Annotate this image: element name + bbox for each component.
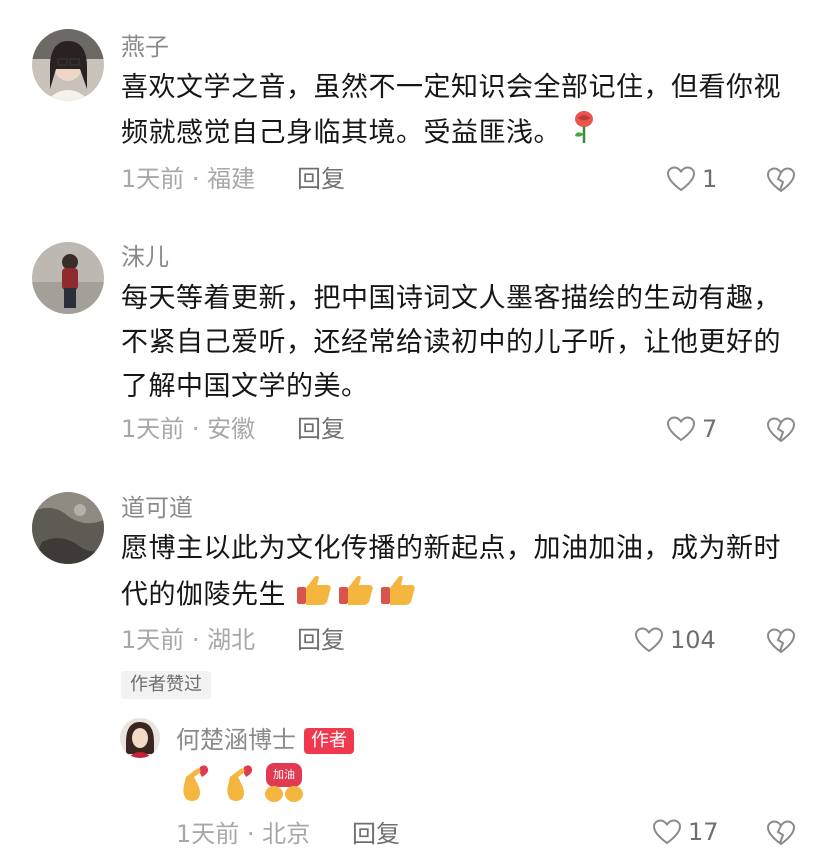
like-button[interactable]: 7 <box>666 414 717 444</box>
comment-meta: 1天前 · 安徽 <box>121 415 256 443</box>
comment-text-content: 每天等着更新，把中国诗词文人墨客描绘的生动有趣，不紧自己爱听，还经常给读初中的儿… <box>121 283 781 402</box>
comment-location: 安徽 <box>207 415 256 443</box>
avatar[interactable] <box>32 492 104 564</box>
author-liked-badge: 作者赞过 <box>121 671 211 699</box>
author-tag-badge: 作者 <box>304 728 354 754</box>
like-count: 1 <box>702 165 718 193</box>
broken-heart-icon[interactable] <box>766 166 796 194</box>
reply-username[interactable]: 何楚涵博士 作者 <box>176 725 354 755</box>
like-button[interactable]: 17 <box>652 817 719 847</box>
avatar[interactable] <box>120 718 160 758</box>
broken-heart-icon[interactable] <box>766 627 796 655</box>
comment-username[interactable]: 沫儿 <box>121 242 169 272</box>
comment-time: 1天前 <box>121 415 185 443</box>
broken-heart-icon[interactable] <box>766 416 796 444</box>
comment-meta: 1天前 · 福建 <box>121 165 256 193</box>
comment-text-content: 喜欢文学之音，虽然不一定知识会全部记住，但看你视频就感觉自己身临其境。受益匪浅。 <box>121 72 781 149</box>
comment-username[interactable]: 燕子 <box>121 32 169 62</box>
fist-icon <box>265 786 303 802</box>
thumbs-up-emoji-icon <box>295 571 419 621</box>
reply-button[interactable]: 回复 <box>352 819 400 849</box>
like-count: 17 <box>688 818 719 846</box>
like-count: 7 <box>702 415 718 443</box>
heart-icon <box>634 627 664 653</box>
comment-location: 福建 <box>207 165 256 193</box>
like-button[interactable]: 1 <box>666 164 717 194</box>
reply-button[interactable]: 回复 <box>297 164 345 194</box>
heart-icon <box>652 819 682 845</box>
finger-heart-icon <box>227 765 253 801</box>
reply-meta: 1天前 · 北京 <box>176 820 311 848</box>
reply-time: 1天前 <box>176 820 240 848</box>
heart-icon <box>666 416 696 442</box>
like-count: 104 <box>670 626 716 654</box>
heart-icon <box>666 166 696 192</box>
comment-text: 愿博主以此为文化传播的新起点，加油加油，成为新时代的伽陵先生 <box>121 527 801 621</box>
jiayou-sticker: 加油 <box>264 763 304 803</box>
rose-emoji-icon <box>570 110 598 158</box>
reply-emoji-row: 加油 <box>176 763 304 803</box>
comment-text: 喜欢文学之音，虽然不一定知识会全部记住，但看你视频就感觉自己身临其境。受益匪浅。 <box>121 66 801 158</box>
avatar[interactable] <box>32 242 104 314</box>
comment-time: 1天前 <box>121 165 185 193</box>
finger-heart-icon <box>183 765 209 801</box>
reply-username-text: 何楚涵博士 <box>176 726 296 754</box>
reply-button[interactable]: 回复 <box>297 414 345 444</box>
reply-button[interactable]: 回复 <box>297 625 345 655</box>
comment-time: 1天前 <box>121 626 185 654</box>
avatar[interactable] <box>32 29 104 101</box>
comment-text: 每天等着更新，把中国诗词文人墨客描绘的生动有趣，不紧自己爱听，还经常给读初中的儿… <box>121 277 801 409</box>
comment-text-content: 愿博主以此为文化传播的新起点，加油加油，成为新时代的伽陵先生 <box>121 533 781 611</box>
comment-username[interactable]: 道可道 <box>121 493 193 523</box>
jiayou-sticker-text: 加油 <box>273 768 295 781</box>
comment-location: 湖北 <box>207 626 256 654</box>
like-button[interactable]: 104 <box>634 625 716 655</box>
broken-heart-icon[interactable] <box>766 819 796 847</box>
reply-location: 北京 <box>262 820 311 848</box>
comment-meta: 1天前 · 湖北 <box>121 626 256 654</box>
